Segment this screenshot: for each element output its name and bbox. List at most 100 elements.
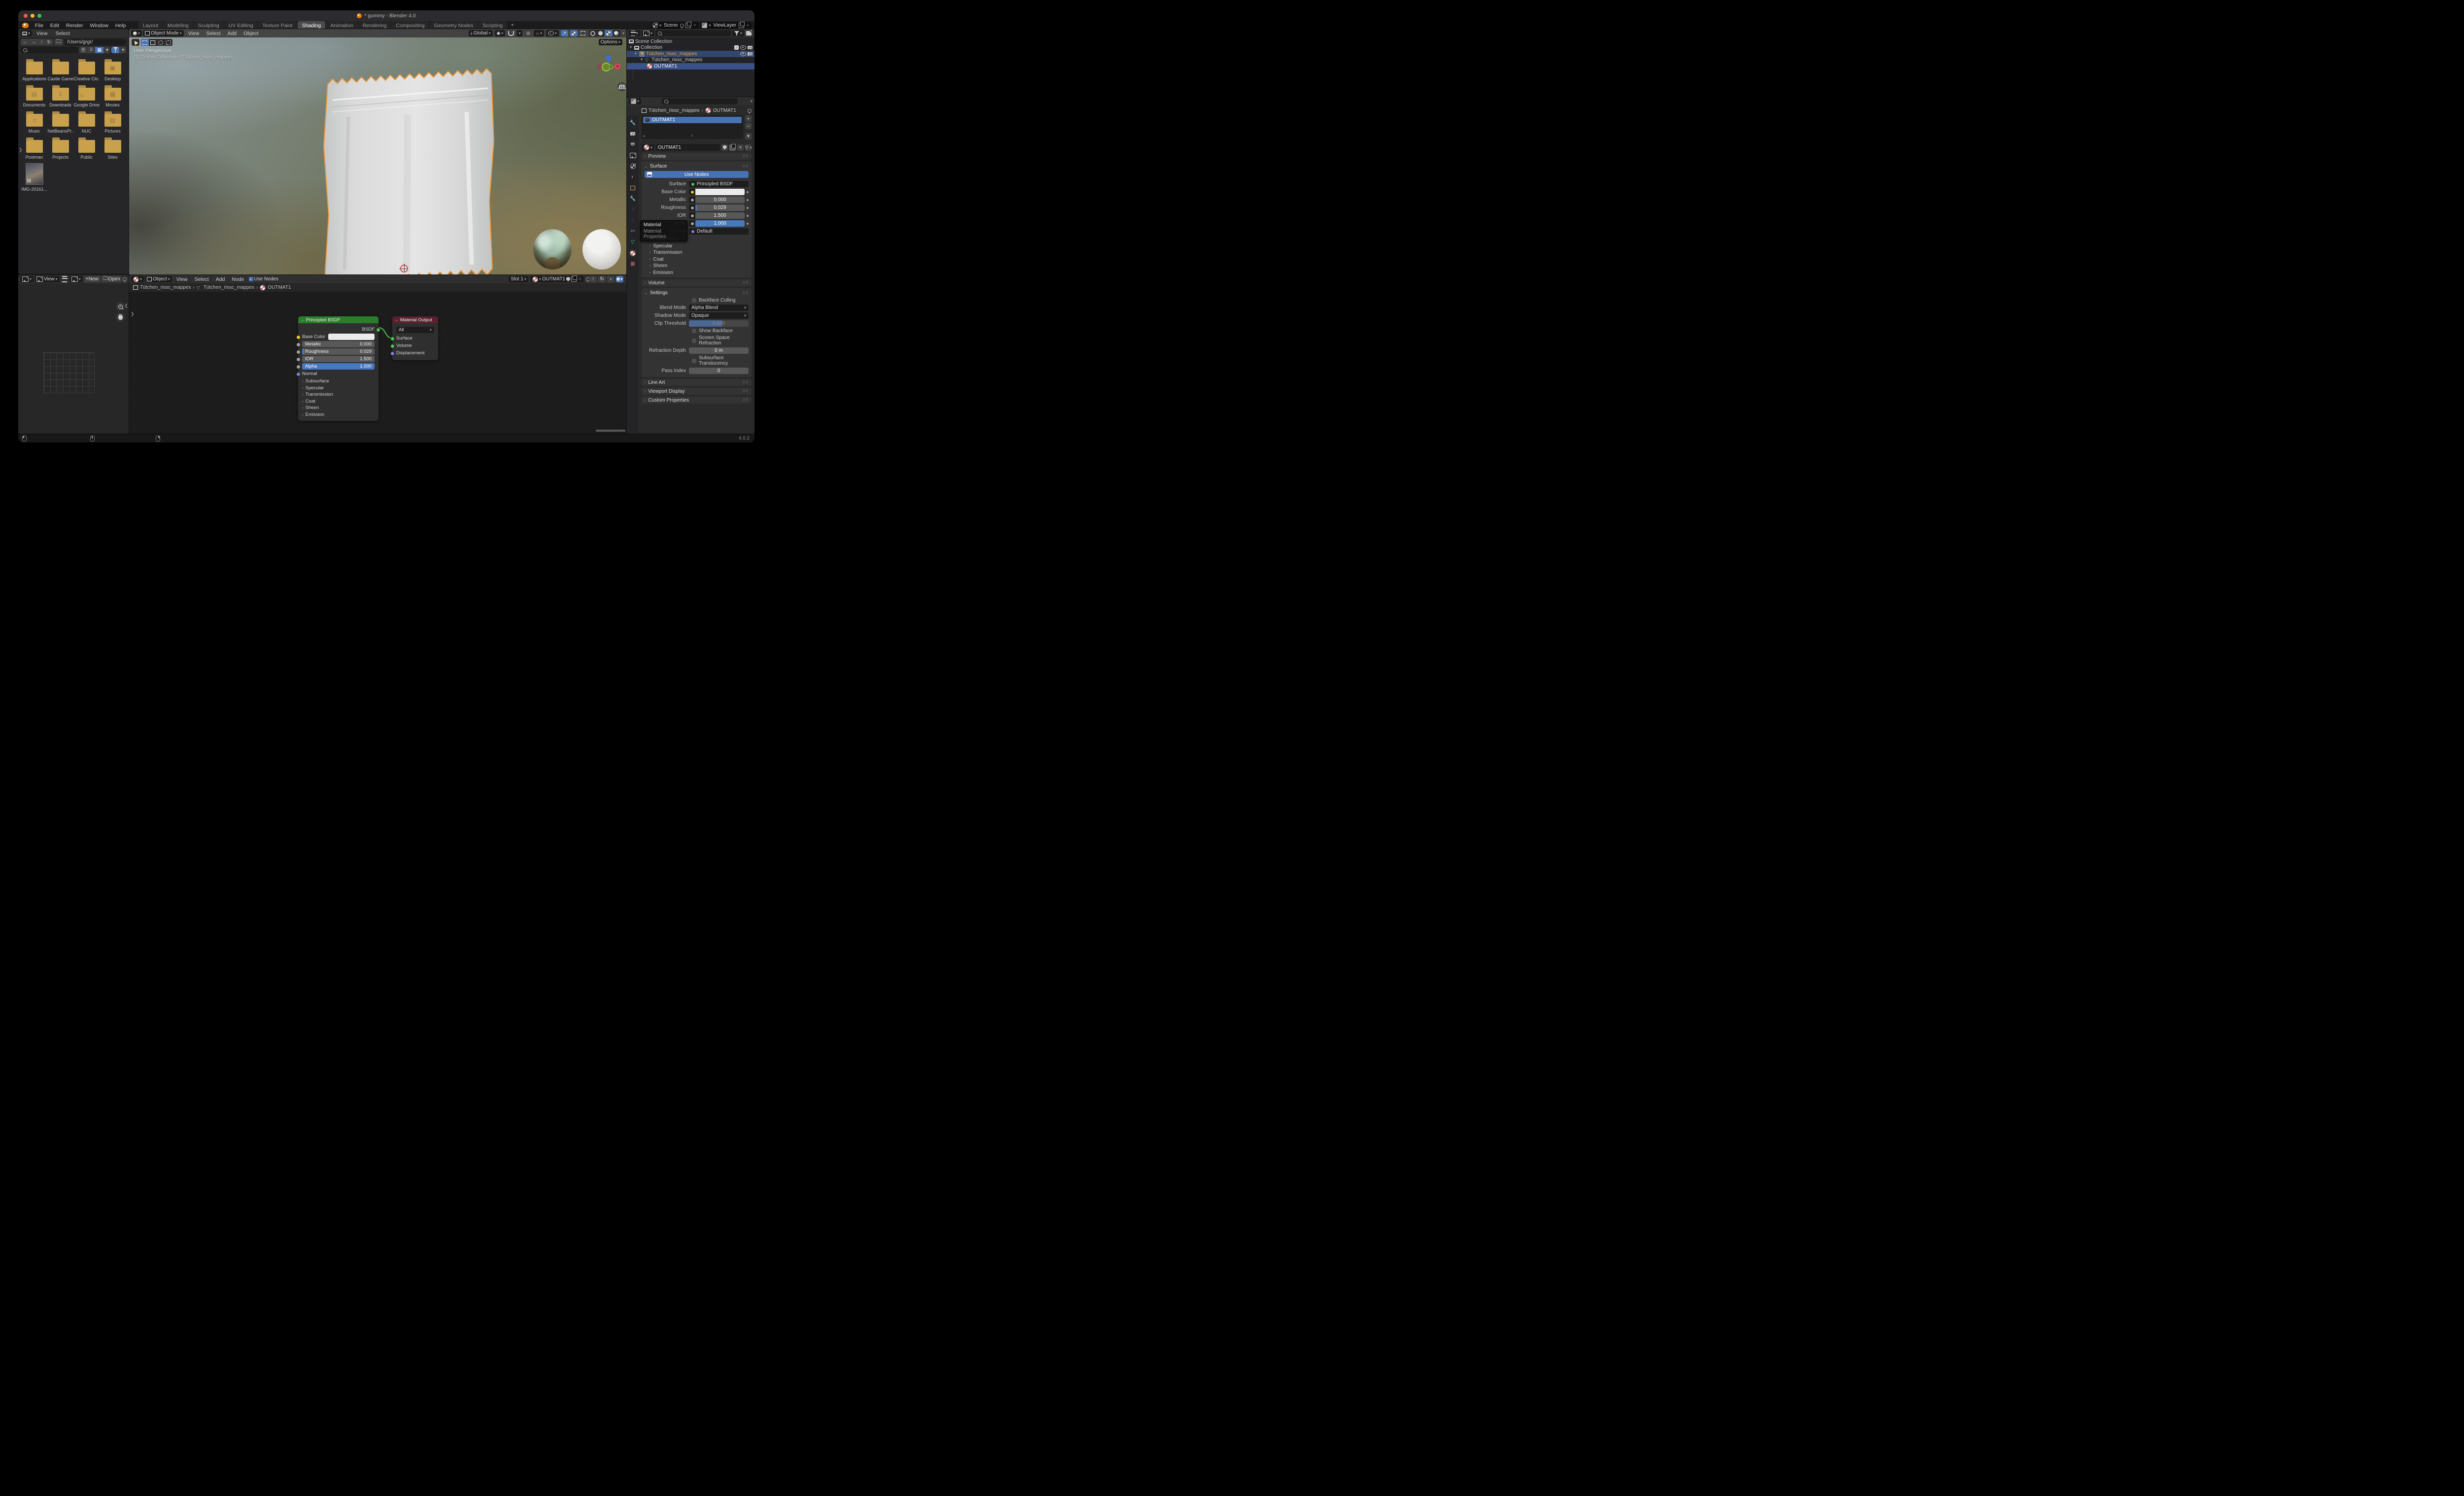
tab-physics[interactable]: ◌: [629, 217, 637, 224]
file-item[interactable]: NUC: [73, 111, 100, 134]
file-item[interactable]: Castle Game...: [47, 59, 73, 81]
base-color-swatch[interactable]: [695, 189, 745, 195]
tab-object[interactable]: [629, 184, 637, 192]
display-size-dropdown[interactable]: ▾: [104, 47, 110, 53]
ior-socket[interactable]: [689, 212, 695, 219]
menu-item[interactable]: Help: [112, 23, 130, 29]
snap-toggle[interactable]: [507, 30, 515, 36]
file-item[interactable]: Public: [73, 137, 100, 160]
viewport-menu[interactable]: Add: [224, 31, 240, 36]
tab-modifiers[interactable]: 🔧: [629, 195, 637, 203]
tab-viewlayer[interactable]: [629, 152, 637, 159]
surface-subsection-toggle[interactable]: › Transmission: [645, 249, 749, 256]
select-tool-button[interactable]: [131, 38, 140, 46]
new-collection-button[interactable]: [745, 29, 753, 36]
file-item[interactable]: Pictures: [100, 111, 126, 134]
workspace-tab[interactable]: Scripting: [478, 21, 508, 30]
shadow-mode-dropdown[interactable]: Opaque ▾: [689, 312, 749, 319]
filter-toggle-button[interactable]: [111, 47, 120, 53]
navigation-gizmo[interactable]: Y X: [597, 55, 620, 78]
shading-dropdown[interactable]: ▾: [622, 31, 624, 35]
surface-panel-header[interactable]: ⌄ Surface ⠿⠿: [645, 163, 749, 170]
workspace-tab[interactable]: UV Editing: [224, 21, 258, 30]
normal-field[interactable]: Default: [689, 228, 749, 235]
files-select-menu[interactable]: Select: [52, 31, 73, 36]
open-image-button[interactable]: 🗀 Open: [101, 276, 122, 282]
render-visibility-icon[interactable]: [748, 46, 753, 50]
overlays-toggle[interactable]: [570, 30, 578, 36]
node-section-toggle[interactable]: › Emission: [302, 411, 375, 418]
editor-type-button[interactable]: ▾: [131, 30, 142, 36]
viewport-menu[interactable]: Select: [203, 31, 224, 36]
surface-subsection-toggle[interactable]: › Emission: [645, 270, 749, 276]
hide-icon[interactable]: [740, 45, 746, 50]
clip-threshold-slider[interactable]: 0.500: [689, 320, 749, 327]
selected-bag-object[interactable]: [319, 53, 506, 275]
metallic-socket[interactable]: [689, 197, 695, 203]
menu-overflow-icon[interactable]: [62, 276, 68, 282]
file-item[interactable]: Google Drive: [73, 85, 100, 107]
file-item[interactable]: Downloads: [47, 85, 73, 107]
rendered-shading-button[interactable]: [613, 30, 620, 36]
file-item[interactable]: Desktop: [100, 59, 126, 81]
xray-toggle[interactable]: [579, 30, 587, 36]
node-canvas[interactable]: ⌄ Principled BSDF BSDF Base Color Metall…: [129, 292, 626, 434]
menu-item[interactable]: Edit: [47, 23, 63, 29]
roughness-socket[interactable]: [689, 204, 695, 211]
gizmo-dropdown[interactable]: ▾: [616, 276, 623, 282]
displacement-socket[interactable]: [390, 351, 395, 356]
up-button[interactable]: ↑: [38, 39, 45, 45]
image-datablock-dropdown[interactable]: ▾: [69, 276, 83, 282]
box-select-button[interactable]: [149, 39, 157, 46]
normal-socket[interactable]: [296, 372, 301, 376]
roughness-slider[interactable]: 0.029: [695, 204, 745, 211]
tab-render[interactable]: [629, 130, 637, 137]
visibility-dropdown[interactable]: ▾: [546, 30, 559, 36]
shader-menu[interactable]: Select: [191, 276, 212, 282]
new-viewlayer-icon[interactable]: [739, 22, 745, 28]
show-backface-checkbox[interactable]: [692, 329, 696, 333]
properties-search-input[interactable]: [662, 98, 738, 104]
shader-menu[interactable]: Node: [228, 276, 247, 282]
base-color-swatch[interactable]: [328, 334, 375, 340]
viewport-display-panel[interactable]: › Viewport Display ⠿⠿: [642, 388, 752, 395]
circle-select-button[interactable]: [157, 39, 165, 46]
falloff-dropdown[interactable]: ∩ ▾: [534, 30, 544, 36]
grid-view-button[interactable]: ▦: [95, 47, 104, 53]
input-socket[interactable]: [296, 350, 301, 354]
proportional-editing-toggle[interactable]: ◎: [524, 30, 532, 36]
editor-type-button[interactable]: ▾: [629, 98, 642, 104]
workspace-tab[interactable]: Animation: [326, 21, 358, 30]
viewlayer-selector[interactable]: ▾ ViewLayer ×: [700, 22, 752, 29]
animate-dot[interactable]: [747, 222, 749, 225]
add-workspace-button[interactable]: +: [508, 23, 517, 28]
material-datablock[interactable]: ▾ OUTMAT1 ×: [530, 275, 584, 282]
expand-icon[interactable]: ▼: [640, 58, 644, 62]
workspace-tab[interactable]: Modeling: [163, 21, 193, 30]
pass-index-field[interactable]: 0: [689, 368, 749, 374]
editor-type-button[interactable]: ▾: [131, 276, 144, 282]
hide-icon[interactable]: [740, 51, 746, 56]
outliner-row-collection[interactable]: ▼ Collection ✓: [627, 45, 754, 51]
file-item[interactable]: Postman: [21, 137, 47, 160]
lasso-select-button[interactable]: [165, 39, 172, 46]
copy-material-button[interactable]: [729, 143, 736, 151]
input-socket[interactable]: [296, 342, 301, 347]
animate-dot[interactable]: [747, 199, 749, 201]
material-slot-item[interactable]: OUTMAT1: [643, 117, 742, 123]
unlink-material-button[interactable]: ×: [737, 144, 744, 151]
bsdf-output-socket[interactable]: [376, 328, 380, 332]
viewport-menu[interactable]: Object: [240, 31, 262, 36]
files-view-menu[interactable]: View: [33, 31, 51, 36]
overlay-dropdown[interactable]: ▾: [607, 276, 615, 282]
refraction-depth-field[interactable]: 0 m: [689, 347, 749, 354]
blender-logo-icon[interactable]: [22, 23, 29, 28]
animate-dot[interactable]: [747, 206, 749, 209]
files-sidebar-toggle[interactable]: ❯: [19, 147, 23, 153]
file-item[interactable]: IMG-20161...: [21, 163, 47, 192]
wireframe-shading-button[interactable]: [589, 30, 597, 36]
workspace-tab[interactable]: Layout: [138, 21, 163, 30]
outliner-row-material[interactable]: OUTMAT1: [627, 63, 754, 69]
tab-scene[interactable]: [629, 163, 637, 170]
remove-viewlayer-icon[interactable]: ×: [746, 23, 750, 28]
